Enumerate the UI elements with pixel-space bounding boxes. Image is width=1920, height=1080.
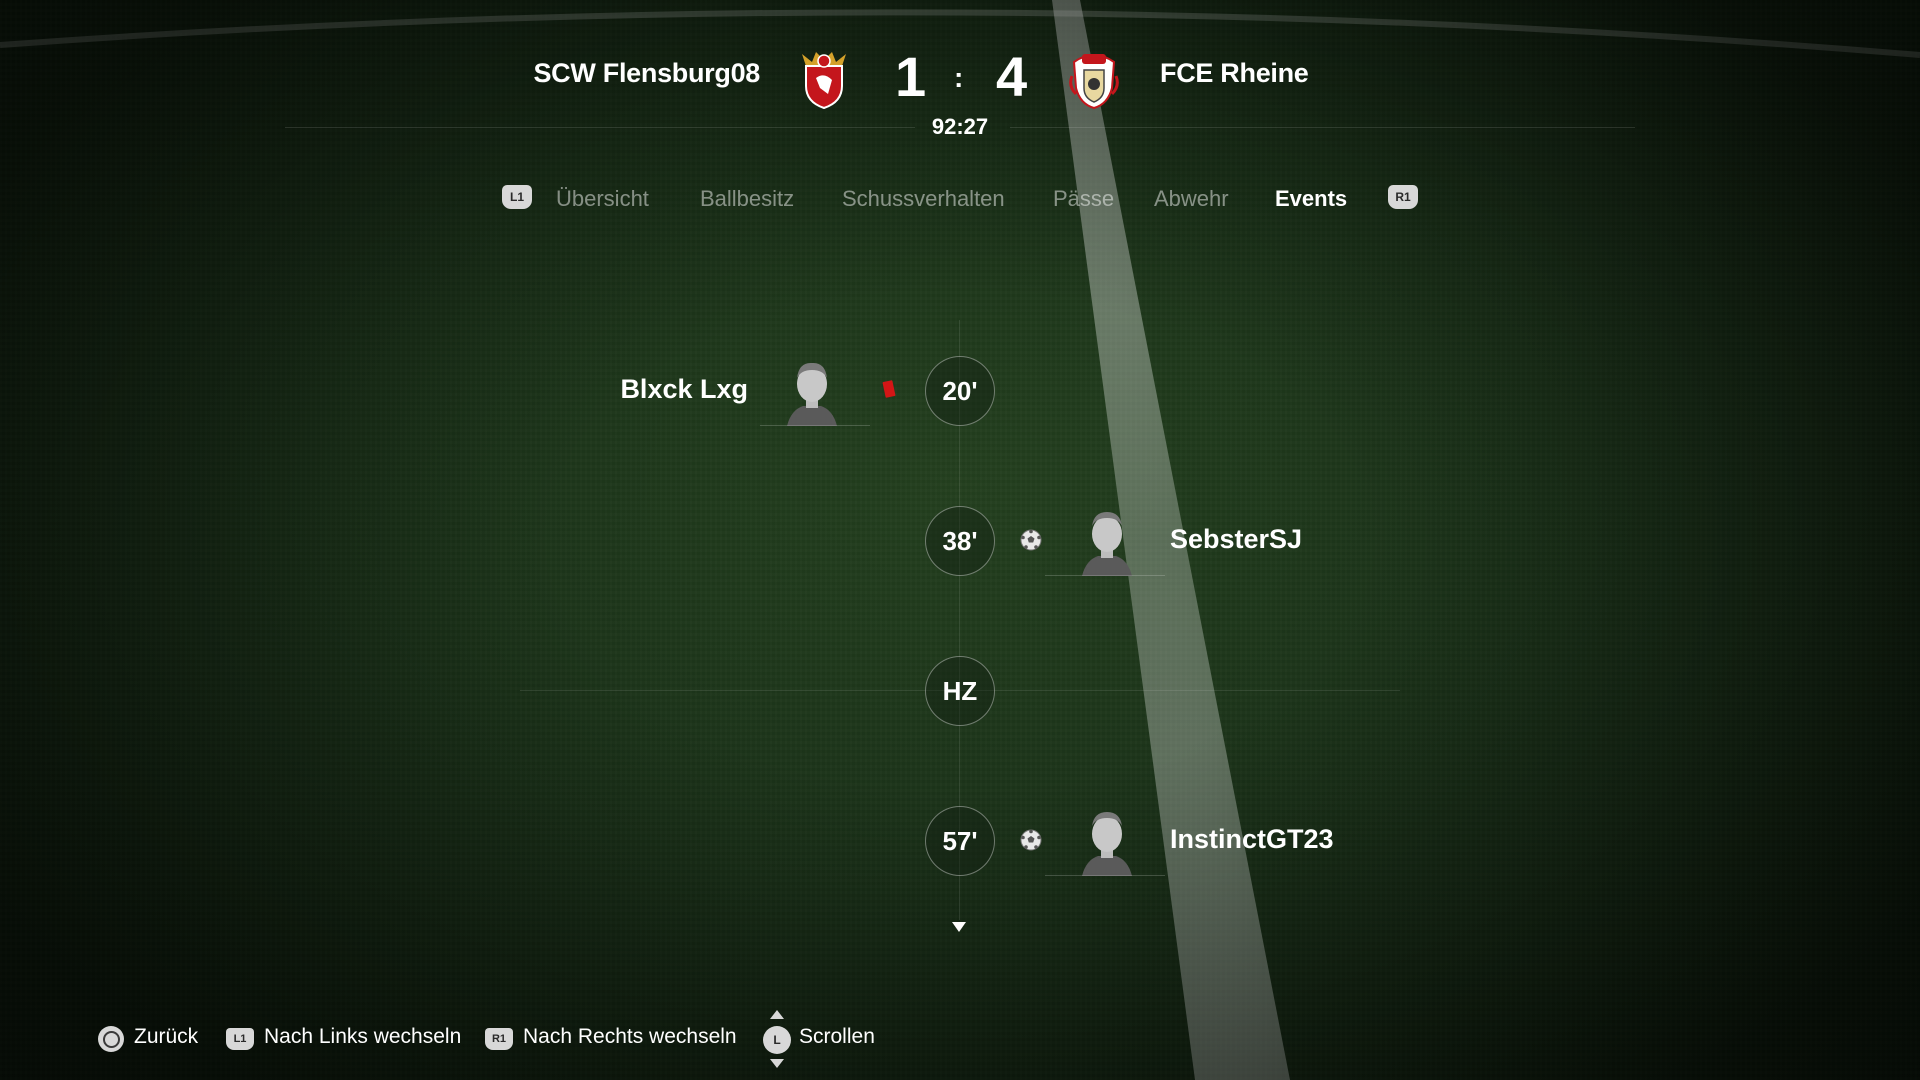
- away-team-name: FCE Rheine: [1160, 58, 1309, 88]
- player-avatar-icon: [787, 362, 837, 426]
- event-player-name: SebsterSJ: [1170, 524, 1303, 554]
- l1-button-icon[interactable]: L1: [502, 185, 532, 209]
- r1-button-icon[interactable]: R1: [485, 1028, 513, 1050]
- score-separator: :: [954, 62, 964, 93]
- player-avatar-icon: [1082, 812, 1132, 876]
- avatar-underline: [1045, 875, 1165, 876]
- event-player-name: InstinctGT23: [1170, 824, 1334, 854]
- l1-button-icon[interactable]: L1: [226, 1028, 254, 1050]
- goal-ball-icon: [1020, 829, 1042, 851]
- switch-right-label[interactable]: Nach Rechts wechseln: [523, 1025, 737, 1049]
- left-stick-icon[interactable]: L: [763, 1026, 791, 1054]
- home-score: 1: [895, 45, 927, 108]
- scroll-down-indicator-icon[interactable]: [952, 922, 966, 932]
- away-team-crest-icon: [1069, 54, 1119, 110]
- stats-tab-bar: L1 Übersicht Ballbesitz Schussverhalten …: [0, 182, 1920, 218]
- scroll-label[interactable]: Scrollen: [799, 1025, 875, 1049]
- back-label[interactable]: Zurück: [134, 1025, 198, 1049]
- tab-ballbesitz[interactable]: Ballbesitz: [700, 186, 794, 212]
- r1-button-icon[interactable]: R1: [1388, 185, 1418, 209]
- home-team-crest-icon: [802, 52, 846, 110]
- avatar-underline: [1045, 575, 1165, 576]
- stick-down-arrow-icon: [770, 1059, 784, 1068]
- tab-abwehr[interactable]: Abwehr: [1154, 186, 1229, 212]
- event-player-name: Blxck Lxg: [620, 374, 748, 404]
- avatar-underline: [760, 425, 870, 426]
- half-time-marker: HZ: [925, 656, 995, 726]
- circle-button-icon[interactable]: [98, 1026, 124, 1052]
- tab-paesse[interactable]: Pässe: [1053, 186, 1114, 212]
- event-minute: 57': [925, 806, 995, 876]
- switch-left-label[interactable]: Nach Links wechseln: [264, 1025, 461, 1049]
- home-team-name: SCW Flensburg08: [533, 58, 760, 88]
- tab-events[interactable]: Events: [1275, 186, 1347, 212]
- away-score: 4: [996, 45, 1028, 108]
- player-avatar-icon: [1082, 512, 1132, 576]
- match-clock: 92:27: [931, 114, 989, 139]
- event-minute: 20': [925, 356, 995, 426]
- tab-uebersicht[interactable]: Übersicht: [556, 186, 649, 212]
- red-card-icon: [882, 380, 896, 398]
- event-minute: 38': [925, 506, 995, 576]
- goal-ball-icon: [1020, 529, 1042, 551]
- stick-up-arrow-icon: [770, 1010, 784, 1019]
- tab-schussverhalten[interactable]: Schussverhalten: [842, 186, 1005, 212]
